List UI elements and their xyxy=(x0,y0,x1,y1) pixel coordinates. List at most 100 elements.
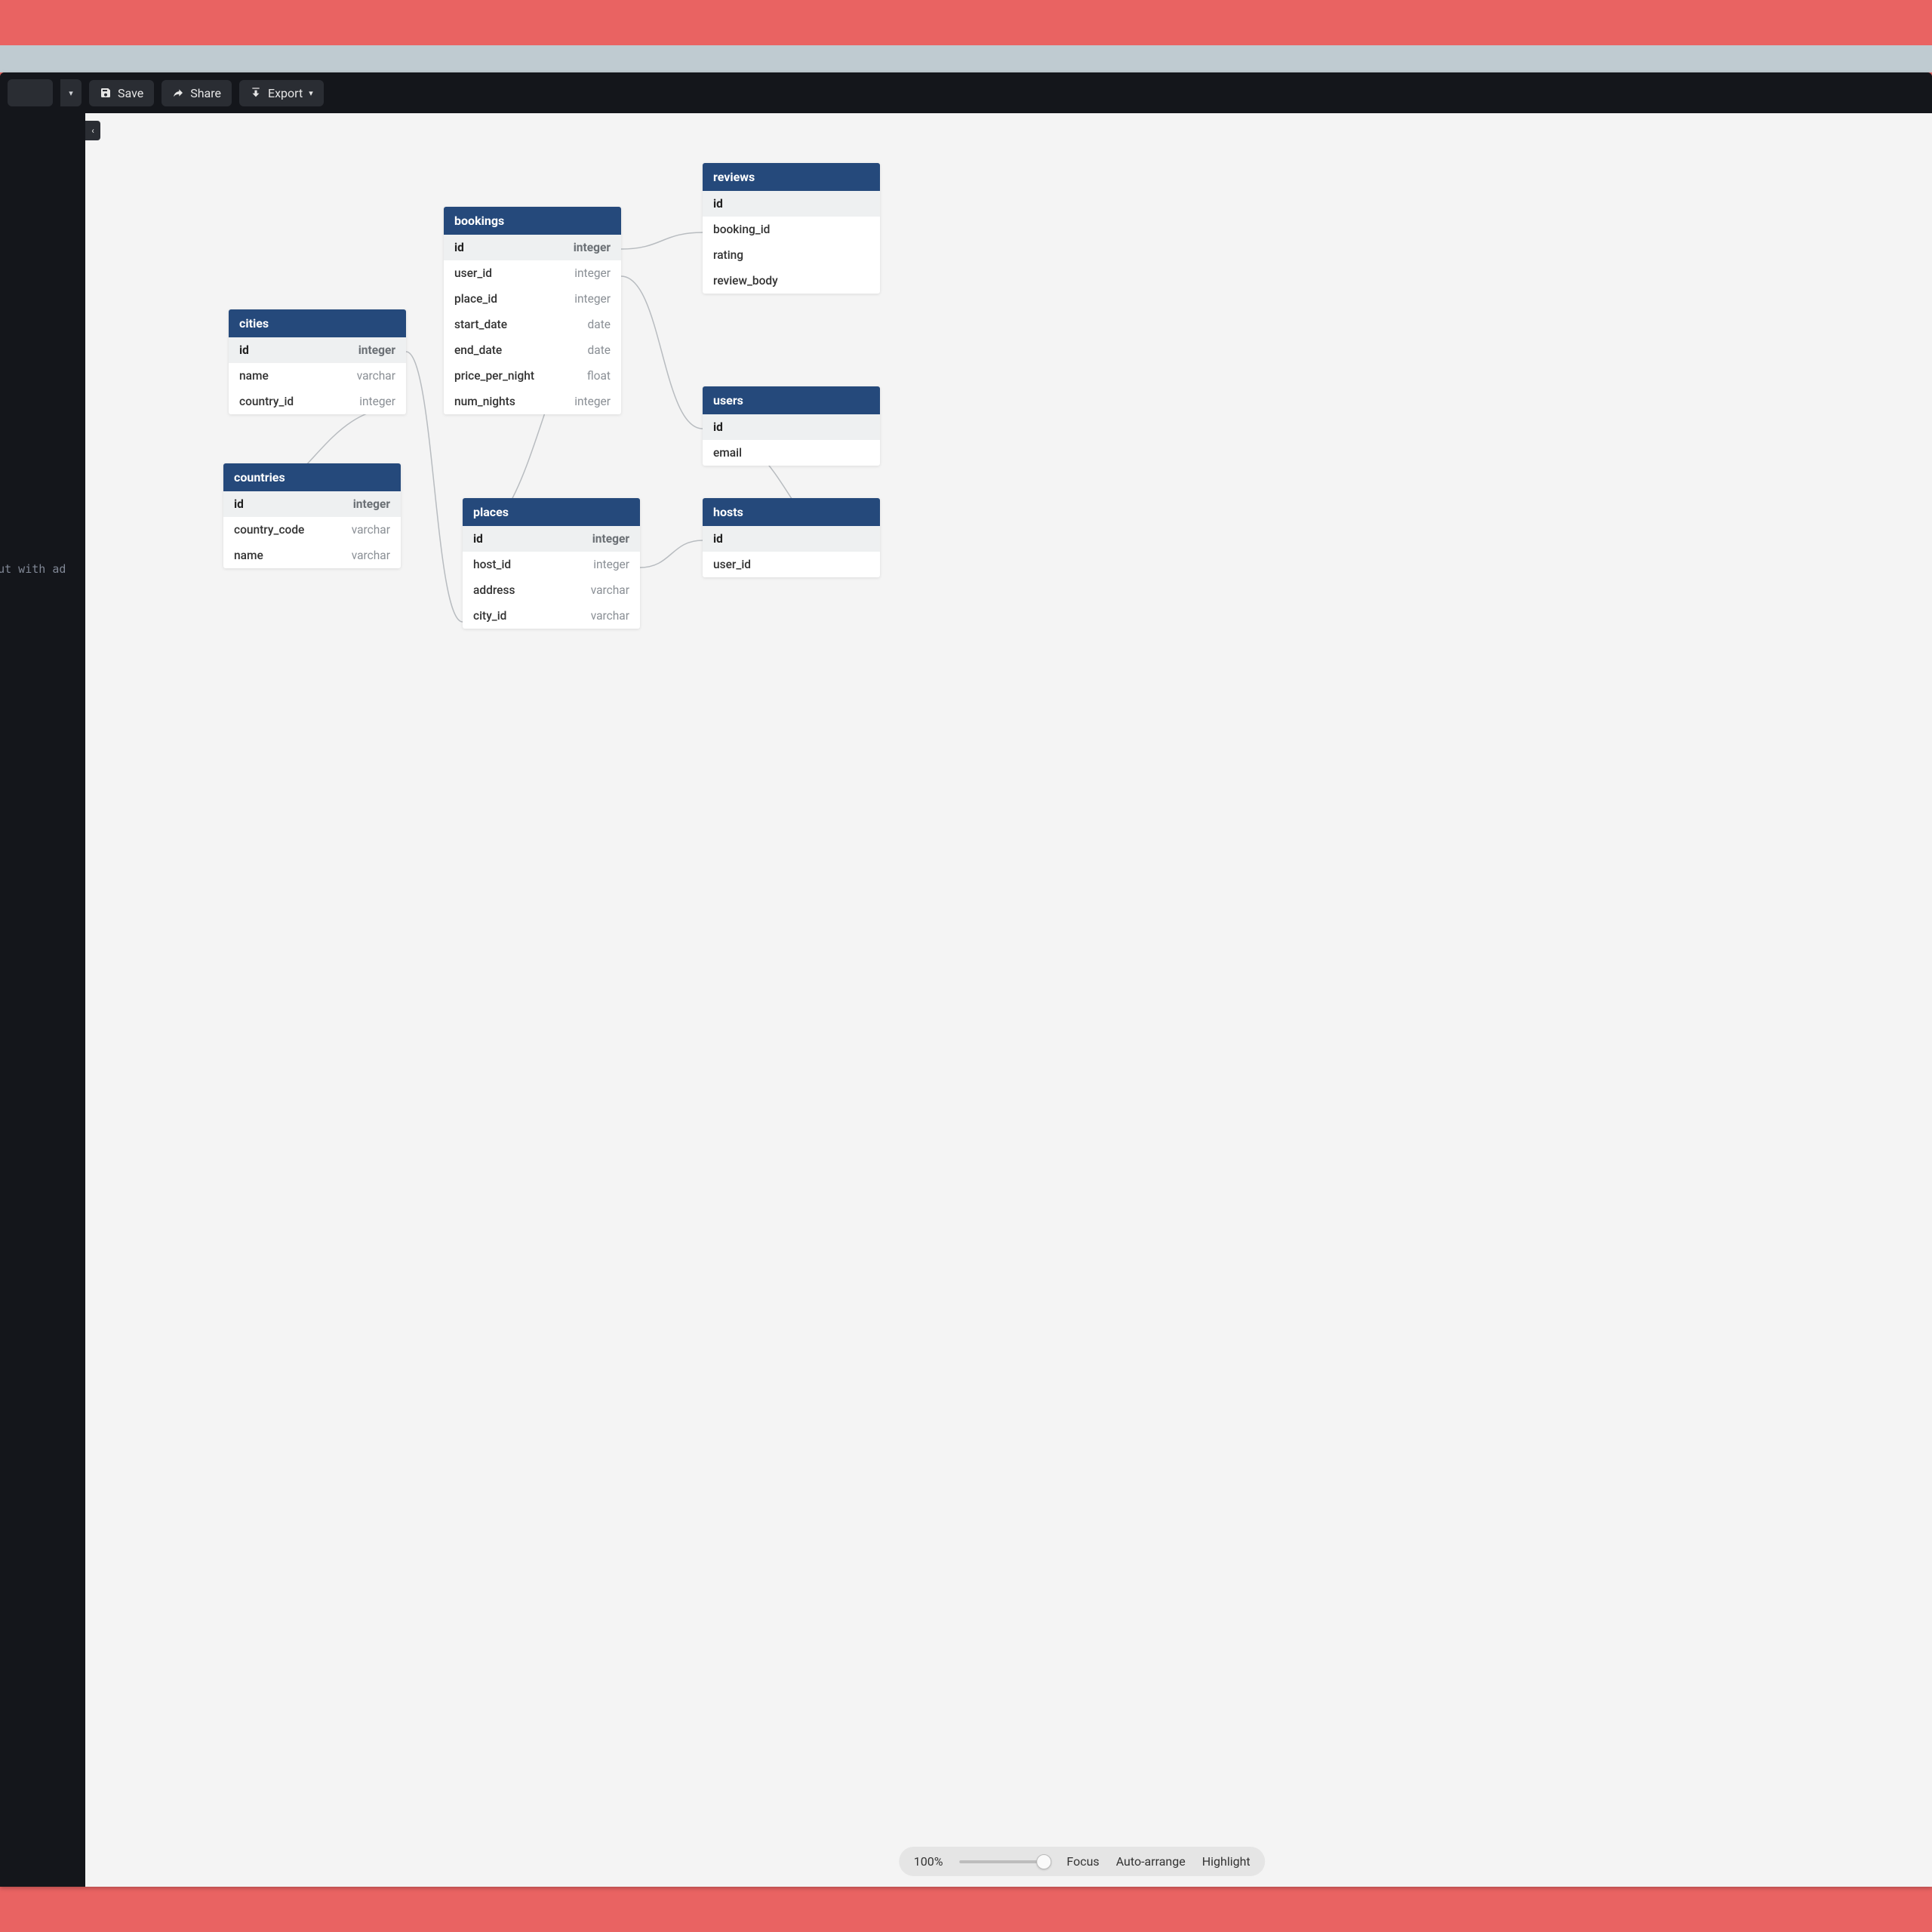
table-column[interactable]: idinteger xyxy=(444,235,621,260)
column-name: user_id xyxy=(713,558,751,571)
column-name: country_code xyxy=(234,523,304,537)
table-column[interactable]: namevarchar xyxy=(229,363,406,389)
table-reviews[interactable]: reviews id booking_idrating review_body xyxy=(703,163,880,294)
table-header[interactable]: hosts xyxy=(703,498,880,526)
table-header[interactable]: users xyxy=(703,386,880,414)
column-type: integer xyxy=(574,266,611,280)
table-header[interactable]: cities xyxy=(229,309,406,337)
diagram-canvas[interactable]: citiesidintegernamevarcharcountry_idinte… xyxy=(85,113,1932,1887)
column-type: date xyxy=(588,318,611,331)
column-type: integer xyxy=(359,395,395,408)
table-places[interactable]: placesidinteger host_id integer address varc… xyxy=(463,498,640,629)
table-column[interactable]: namevarchar xyxy=(223,543,401,568)
table-column[interactable]: idinteger xyxy=(229,337,406,363)
focus-button[interactable]: Focus xyxy=(1066,1854,1099,1869)
chevron-down-icon: ▾ xyxy=(69,88,73,98)
column-name: city_id xyxy=(473,609,506,623)
column-name: end_date xyxy=(454,343,502,357)
outer-frame: ▾ Save Share Export ▾ , but with ad xyxy=(0,0,1932,1932)
table-column[interactable]: idinteger xyxy=(463,526,640,552)
table-hosts[interactable]: hostsid user_id xyxy=(703,498,880,577)
column-name: review_body xyxy=(713,274,778,288)
table-column[interactable]: price_per_night float xyxy=(444,363,621,389)
code-editor-pane[interactable]: , but with ad xyxy=(0,113,85,1887)
table-cities[interactable]: citiesidintegernamevarchar country_id inte… xyxy=(229,309,406,414)
save-button[interactable]: Save xyxy=(89,80,154,106)
table-column[interactable]: id xyxy=(703,414,880,440)
table-column[interactable]: review_body xyxy=(703,268,880,294)
bottom-toolbar: 100% Focus Auto-arrange Highlight xyxy=(899,1847,1266,1876)
cutoff-button[interactable] xyxy=(8,79,53,106)
app-window: ▾ Save Share Export ▾ , but with ad xyxy=(0,72,1932,1887)
column-type: integer xyxy=(353,497,390,511)
table-header[interactable]: countries xyxy=(223,463,401,491)
column-name: id xyxy=(234,497,244,511)
table-column[interactable]: rating xyxy=(703,242,880,268)
zoom-slider[interactable] xyxy=(959,1860,1050,1863)
table-bookings[interactable]: bookingsidintegeruser_idintegerplace_idi… xyxy=(444,207,621,414)
save-label: Save xyxy=(118,86,143,100)
table-column[interactable]: booking_id xyxy=(703,217,880,242)
column-type: varchar xyxy=(352,523,390,537)
column-name: user_id xyxy=(454,266,492,280)
column-type: integer xyxy=(593,558,629,571)
table-column[interactable]: num_nights integer xyxy=(444,389,621,414)
table-column[interactable]: country_id integer xyxy=(229,389,406,414)
export-button[interactable]: Export ▾ xyxy=(239,80,324,106)
table-users[interactable]: users id email xyxy=(703,386,880,466)
table-column[interactable]: city_id varchar xyxy=(463,603,640,629)
zoom-slider-thumb[interactable] xyxy=(1036,1854,1051,1869)
zoom-level: 100% xyxy=(914,1854,943,1869)
table-column[interactable]: id integer xyxy=(223,491,401,517)
table-column[interactable]: place_idinteger xyxy=(444,286,621,312)
column-type: integer xyxy=(574,395,611,408)
column-type: varchar xyxy=(352,549,390,562)
browser-chrome-bar xyxy=(0,45,1932,72)
export-label: Export xyxy=(268,86,303,100)
highlight-button[interactable]: Highlight xyxy=(1202,1854,1251,1869)
column-name: rating xyxy=(713,248,743,262)
column-name: country_id xyxy=(239,395,294,408)
table-header[interactable]: places xyxy=(463,498,640,526)
column-name: address xyxy=(473,583,515,597)
table-column[interactable]: user_id integer xyxy=(444,260,621,286)
table-column[interactable]: user_id xyxy=(703,552,880,577)
column-type: float xyxy=(587,369,611,383)
share-button[interactable]: Share xyxy=(162,80,232,106)
toolbar: ▾ Save Share Export ▾ xyxy=(0,72,1932,113)
table-column[interactable]: id xyxy=(703,526,880,552)
column-name: id xyxy=(713,197,723,211)
column-name: id xyxy=(239,343,249,357)
column-name: host_id xyxy=(473,558,511,571)
dropdown-toggle[interactable]: ▾ xyxy=(60,79,82,106)
auto-arrange-button[interactable]: Auto-arrange xyxy=(1116,1854,1186,1869)
table-column[interactable]: id xyxy=(703,191,880,217)
column-name: id xyxy=(713,420,723,434)
table-column[interactable]: address varchar xyxy=(463,577,640,603)
table-column[interactable]: end_date date xyxy=(444,337,621,363)
column-type: integer xyxy=(592,532,629,546)
save-icon xyxy=(100,87,112,99)
column-type: integer xyxy=(574,292,611,306)
chevron-down-icon: ▾ xyxy=(309,88,313,98)
column-type: date xyxy=(588,343,611,357)
share-label: Share xyxy=(190,86,221,100)
table-column[interactable]: email xyxy=(703,440,880,466)
table-column[interactable]: start_date date xyxy=(444,312,621,337)
table-header[interactable]: bookings xyxy=(444,207,621,235)
column-type: varchar xyxy=(591,583,629,597)
app-body: , but with ad ‹ citiesidintegernamevarch… xyxy=(0,113,1932,1887)
table-column[interactable]: country_code varchar xyxy=(223,517,401,543)
column-name: id xyxy=(454,241,464,254)
table-countries[interactable]: countriesidintegercountry_codevarcharnam… xyxy=(223,463,401,568)
diagram-canvas-wrap: ‹ citiesidintegernamevarcharcountry_idin… xyxy=(85,113,1932,1887)
share-icon xyxy=(172,87,184,99)
column-name: email xyxy=(713,446,742,460)
table-header[interactable]: reviews xyxy=(703,163,880,191)
column-name: start_date xyxy=(454,318,507,331)
table-column[interactable]: host_id integer xyxy=(463,552,640,577)
column-name: num_nights xyxy=(454,395,515,408)
column-name: price_per_night xyxy=(454,369,534,383)
column-type: varchar xyxy=(357,369,395,383)
column-type: varchar xyxy=(591,609,629,623)
